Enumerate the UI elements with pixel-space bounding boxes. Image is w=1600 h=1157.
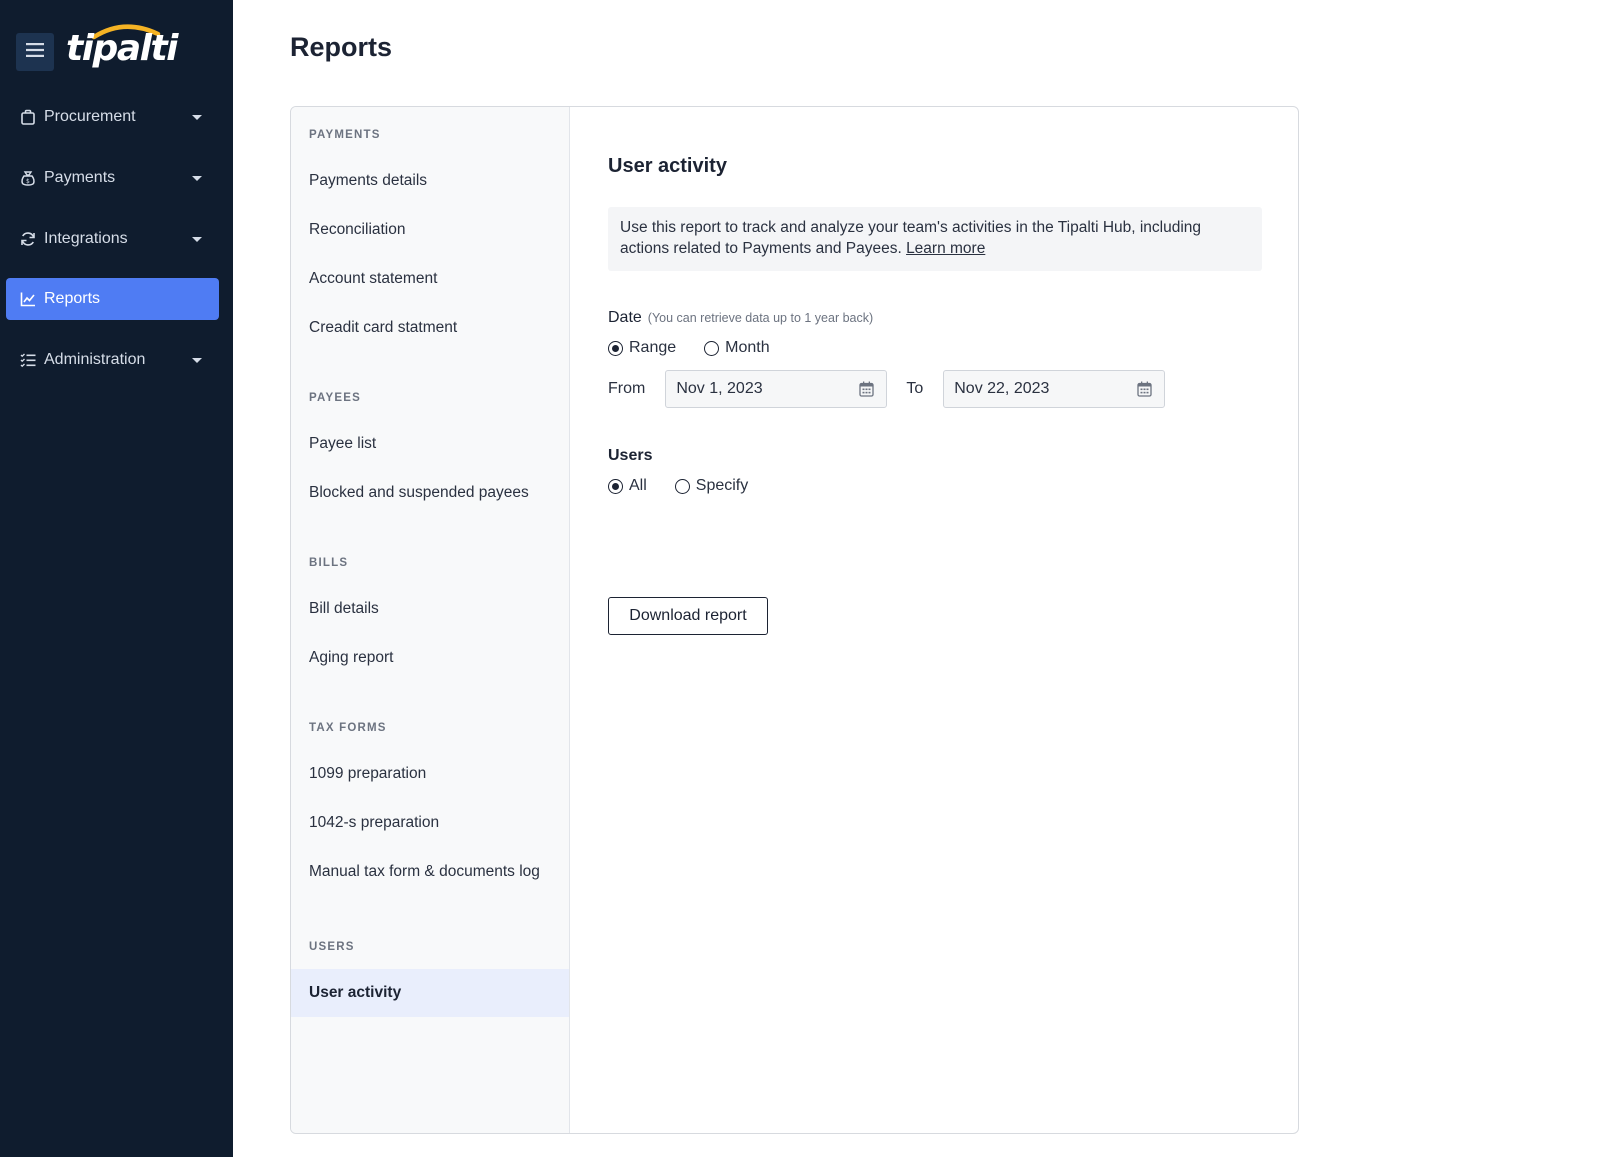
radio-all-label: All: [629, 477, 647, 494]
checklist-icon: [19, 351, 37, 369]
to-date-input[interactable]: Nov 22, 2023: [943, 370, 1166, 408]
radio-month[interactable]: Month: [704, 339, 770, 357]
nav-label-administration: Administration: [44, 351, 146, 368]
report-item-1042s-preparation[interactable]: 1042-s preparation: [291, 799, 569, 847]
reports-card: PAYMENTS Payments details Reconciliation…: [290, 106, 1299, 1134]
hamburger-menu-button[interactable]: [16, 33, 54, 71]
report-item-manual-tax-form-log[interactable]: Manual tax form & documents log: [291, 848, 569, 896]
nav-item-administration[interactable]: Administration: [6, 339, 219, 381]
radio-range-label: Range: [629, 339, 677, 356]
section-header-payees: PAYEES: [309, 392, 361, 404]
radio-unselected-icon: [674, 478, 690, 494]
app-sidebar: tipalti Procurement $ Payments Integrati…: [0, 0, 233, 1157]
report-item-account-statement[interactable]: Account statement: [291, 255, 569, 303]
date-field-label: Date (You can retrieve data up to 1 year …: [608, 309, 873, 327]
radio-selected-icon: [608, 478, 623, 494]
from-date-value: Nov 1, 2023: [676, 380, 763, 397]
section-header-users: USERS: [309, 941, 355, 953]
section-header-tax-forms: TAX FORMS: [309, 722, 387, 734]
report-description-box: Use this report to track and analyze you…: [608, 207, 1262, 271]
report-item-payee-list[interactable]: Payee list: [291, 420, 569, 468]
chevron-down-icon: [192, 115, 202, 120]
report-list-panel: PAYMENTS Payments details Reconciliation…: [291, 107, 570, 1133]
chevron-down-icon: [192, 358, 202, 363]
hamburger-icon: [26, 42, 44, 62]
report-item-credit-card-statement[interactable]: Creadit card statment: [291, 304, 569, 352]
chevron-down-icon: [192, 176, 202, 181]
users-radio-group: All Specify: [608, 477, 776, 495]
report-item-bill-details[interactable]: Bill details: [291, 585, 569, 633]
report-item-user-activity[interactable]: User activity: [291, 969, 569, 1017]
section-header-bills: BILLS: [309, 557, 349, 569]
download-report-button[interactable]: Download report: [608, 597, 768, 635]
sync-icon: [19, 230, 37, 248]
nav-label-payments: Payments: [44, 169, 116, 186]
report-item-blocked-suspended-payees[interactable]: Blocked and suspended payees: [291, 469, 569, 517]
radio-specify[interactable]: Specify: [674, 477, 749, 495]
bag-icon: [19, 108, 37, 126]
nav-label-reports: Reports: [44, 290, 101, 307]
calendar-icon[interactable]: [859, 381, 874, 402]
nav-item-reports[interactable]: Reports: [6, 278, 219, 320]
radio-selected-icon: [608, 340, 623, 356]
report-item-payments-details[interactable]: Payments details: [291, 157, 569, 205]
report-title: User activity: [608, 155, 727, 177]
calendar-icon[interactable]: [1137, 381, 1152, 402]
radio-unselected-icon: [704, 340, 720, 356]
report-item-aging-report[interactable]: Aging report: [291, 634, 569, 682]
logo-text: tipalti: [66, 28, 179, 69]
nav-item-procurement[interactable]: Procurement: [6, 96, 219, 138]
radio-month-label: Month: [725, 339, 770, 356]
nav-item-integrations[interactable]: Integrations: [6, 218, 219, 260]
users-label: Users: [608, 447, 653, 464]
money-bag-icon: $: [19, 169, 37, 187]
to-label: To: [906, 380, 924, 397]
to-date-value: Nov 22, 2023: [954, 380, 1050, 397]
from-date-input[interactable]: Nov 1, 2023: [665, 370, 888, 408]
radio-all[interactable]: All: [608, 477, 647, 495]
svg-text:$: $: [26, 178, 30, 185]
date-mode-radio-group: Range Month: [608, 339, 798, 357]
page-title: Reports: [290, 32, 393, 62]
chevron-down-icon: [192, 237, 202, 242]
report-detail-panel: User activity Use this report to track a…: [570, 107, 1298, 1133]
learn-more-link[interactable]: Learn more: [906, 240, 985, 257]
report-item-1099-preparation[interactable]: 1099 preparation: [291, 750, 569, 798]
nav-label-integrations: Integrations: [44, 230, 128, 247]
tipalti-logo[interactable]: tipalti: [64, 20, 179, 72]
date-label: Date: [608, 309, 642, 326]
nav-item-payments[interactable]: $ Payments: [6, 157, 219, 199]
section-header-payments: PAYMENTS: [309, 129, 381, 141]
from-label: From: [608, 380, 646, 397]
date-hint: (You can retrieve data up to 1 year back…: [647, 311, 874, 325]
nav-label-procurement: Procurement: [44, 108, 136, 125]
date-range-row: From Nov 1, 2023 To Nov 22, 2023: [608, 370, 1166, 408]
radio-specify-label: Specify: [695, 477, 749, 494]
chart-icon: [19, 290, 37, 308]
report-item-reconciliation[interactable]: Reconciliation: [291, 206, 569, 254]
radio-range[interactable]: Range: [608, 339, 676, 357]
